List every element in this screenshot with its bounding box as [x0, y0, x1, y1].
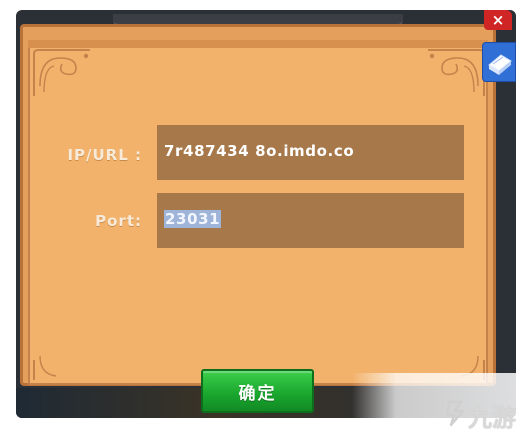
watermark-text: 九游 — [468, 404, 516, 432]
ip-url-input[interactable]: 7r487434 8o.imdo.co — [157, 125, 464, 180]
corner-ornament-icon — [33, 355, 57, 380]
corner-ornament-icon — [33, 49, 90, 96]
port-label: Port: — [95, 212, 142, 230]
book-icon — [488, 54, 512, 75]
jiuyou-logo-icon — [445, 400, 465, 427]
confirm-button[interactable]: 确定 — [201, 369, 314, 413]
ip-url-label: IP/URL : — [67, 146, 142, 164]
port-value-selected: 23031 — [164, 210, 222, 228]
port-input[interactable]: 23031 — [157, 193, 464, 248]
ip-url-value: 7r487434 8o.imdo.co — [164, 142, 355, 160]
close-icon: × — [491, 11, 505, 29]
guide-book-button[interactable] — [482, 42, 516, 82]
game-dialog-screen: IP/URL : 7r487434 8o.imdo.co Port: 23031… — [0, 0, 532, 433]
close-button[interactable]: × — [484, 10, 512, 30]
corner-ornament-icon — [428, 49, 485, 96]
